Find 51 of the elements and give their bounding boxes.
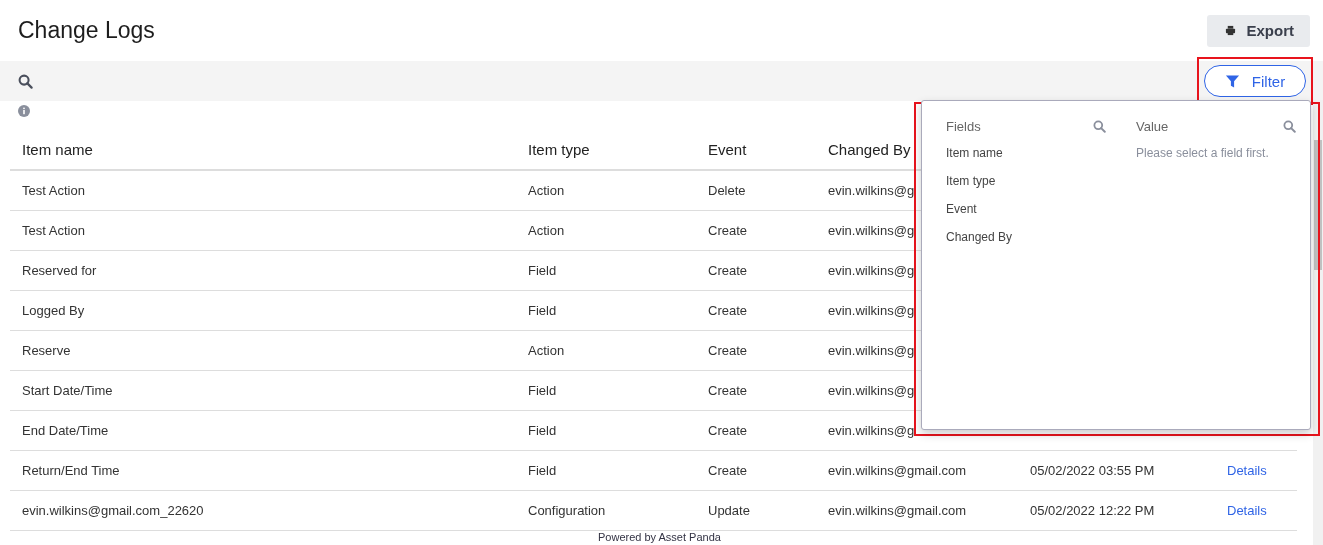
- table-cell: Action: [516, 330, 696, 371]
- funnel-icon: [1224, 73, 1240, 89]
- printer-icon: [1225, 25, 1237, 36]
- filter-button[interactable]: Filter: [1204, 65, 1306, 97]
- column-header: Item type: [516, 121, 696, 170]
- search-bar[interactable]: [0, 61, 1323, 101]
- table-cell: Start Date/Time: [10, 370, 516, 411]
- details-link[interactable]: Details: [1227, 463, 1267, 478]
- table-cell: evin.wilkins@gmail.com: [816, 490, 1018, 531]
- table-cell: Create: [696, 370, 816, 411]
- table-cell: Field: [516, 370, 696, 411]
- fields-heading: Fields: [946, 119, 981, 134]
- table-cell: Action: [516, 170, 696, 211]
- table-cell: Create: [696, 410, 816, 451]
- table-cell: Field: [516, 450, 696, 491]
- column-header: Event: [696, 121, 816, 170]
- search-icon: [18, 73, 33, 89]
- details-link[interactable]: Details: [1227, 503, 1267, 518]
- table-cell: 05/02/2022 12:22 PM: [1030, 503, 1155, 518]
- table-cell: Create: [696, 210, 816, 251]
- table-cell: Configuration: [516, 490, 696, 531]
- table-cell: Logged By: [10, 290, 516, 331]
- table-cell: Field: [516, 290, 696, 331]
- table-cell: Create: [696, 450, 816, 491]
- info-icon[interactable]: [18, 105, 30, 117]
- value-heading: Value: [1136, 119, 1169, 134]
- table-cell: End Date/Time: [10, 410, 516, 451]
- scrollbar[interactable]: [1313, 100, 1323, 545]
- search-icon[interactable]: [1093, 120, 1106, 133]
- search-icon[interactable]: [1283, 120, 1296, 133]
- table-cell: evin.wilkins@gmail.com_22620: [10, 490, 516, 531]
- table-cell: 05/02/2022 03:55 PM: [1030, 463, 1155, 478]
- table-cell: Create: [696, 330, 816, 371]
- export-button[interactable]: Export: [1207, 14, 1310, 47]
- table-cell: Reserve: [10, 330, 516, 371]
- footer-text: Powered by Asset Panda: [598, 531, 721, 544]
- table-cell: Field: [516, 250, 696, 291]
- table-cell: Create: [696, 250, 816, 291]
- column-header: Item name: [10, 121, 516, 170]
- table-cell: Field: [516, 410, 696, 451]
- table-cell: Test Action: [10, 170, 516, 211]
- table-cell: Return/End Time: [10, 450, 516, 491]
- value-hint: Please select a field first.: [1136, 146, 1270, 160]
- table-cell: Delete: [696, 170, 816, 211]
- table-cell: Reserved for: [10, 250, 516, 291]
- table-cell: Update: [696, 490, 816, 531]
- table-cell: Test Action: [10, 210, 516, 251]
- page-title: Change Logs: [18, 17, 155, 44]
- table-cell: Create: [696, 290, 816, 331]
- table-cell: evin.wilkins@gmail.com: [816, 450, 1018, 491]
- table-cell: Action: [516, 210, 696, 251]
